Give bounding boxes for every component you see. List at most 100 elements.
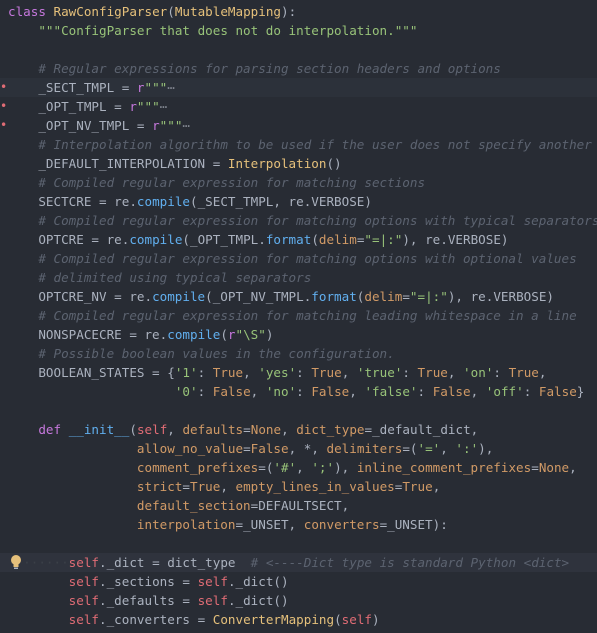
code-line[interactable]: strict=True, empty_lines_in_values=True, [0, 477, 597, 496]
code-token: r [129, 99, 137, 114]
code-token: '=' [417, 441, 441, 456]
code-text: # Compiled regular expression for matchi… [8, 211, 597, 230]
code-line[interactable]: SECTCRE = re.compile(_SECT_TMPL, re.VERB… [0, 192, 597, 211]
code-line[interactable]: OPTCRE = re.compile(_OPT_TMPL.format(del… [0, 230, 597, 249]
code-token: compile [129, 232, 183, 247]
code-line[interactable]: OPTCRE_NV = re.compile(_OPT_NV_TMPL.form… [0, 287, 597, 306]
code-token: , [341, 365, 357, 380]
code-token: "\S" [235, 327, 266, 342]
fold-ellipsis[interactable]: ⋯ [167, 80, 175, 95]
code-line[interactable]: # Compiled regular expression for matchi… [0, 211, 597, 230]
code-line[interactable]: comment_prefixes=('#', ';'), inline_comm… [0, 458, 597, 477]
code-line[interactable]: self._sections = self._dict() [0, 572, 597, 591]
code-token: ':' [455, 441, 479, 456]
code-token: ( [167, 4, 175, 19]
code-token: strict [136, 479, 183, 494]
code-line[interactable]: _DEFAULT_INTERPOLATION = Interpolation() [0, 154, 597, 173]
code-token: 'false' [364, 384, 418, 399]
code-line[interactable]: BOOLEAN_STATES = {'1': True, 'yes': True… [0, 363, 597, 382]
code-line[interactable]: # Compiled regular expression for matchi… [0, 173, 597, 192]
code-line[interactable]: • _OPT_TMPL = r"""⋯ [0, 97, 597, 116]
code-line[interactable]: # Possible boolean values in the configu… [0, 344, 597, 363]
code-token: allow_no_value [136, 441, 244, 456]
code-line[interactable]: # Interpolation algorithm to be used if … [0, 135, 597, 154]
code-token: : [523, 384, 539, 399]
code-text: self._sections = self._dict() [8, 572, 289, 591]
code-line[interactable] [0, 401, 597, 420]
code-token: dict_type [296, 422, 365, 437]
code-token: , [296, 460, 312, 475]
code-line[interactable]: # delimited using typical separators [0, 268, 597, 287]
code-text: # Possible boolean values in the configu… [8, 344, 394, 363]
code-line[interactable]: NONSPACECRE = re.compile(r"\S") [0, 325, 597, 344]
code-token: , [167, 422, 183, 437]
code-line[interactable] [0, 534, 597, 553]
code-token: # Interpolation algorithm to be used if … [38, 137, 592, 152]
code-token: compile [152, 289, 206, 304]
code-token: True [508, 365, 539, 380]
code-token: , [569, 460, 577, 475]
code-line[interactable]: '0': False, 'no': False, 'false': False,… [0, 382, 597, 401]
code-line[interactable]: self._converters = ConverterMapping(self… [0, 610, 597, 629]
code-token: = [243, 441, 251, 456]
code-line[interactable] [0, 40, 597, 59]
breakpoint-marker[interactable]: • [0, 97, 7, 116]
code-token: # <----Dict type is standard Python <dic… [250, 555, 570, 570]
breakpoint-marker[interactable]: • [0, 116, 7, 135]
code-line[interactable]: • _OPT_NV_TMPL = r"""⋯ [0, 116, 597, 135]
code-token: self [68, 555, 100, 570]
code-token: =( [258, 460, 274, 475]
code-line[interactable]: interpolation=_UNSET, converters=_UNSET)… [0, 515, 597, 534]
code-line[interactable]: # Regular expressions for parsing sectio… [0, 59, 597, 78]
code-line[interactable]: # Compiled regular expression for matchi… [0, 249, 597, 268]
code-editor[interactable]: class RawConfigParser(MutableMapping): "… [0, 0, 597, 633]
code-token: "=|:" [364, 232, 403, 247]
fold-ellipsis[interactable]: ⋯ [182, 118, 190, 133]
code-token: , [281, 422, 297, 437]
code-token: ( [220, 327, 228, 342]
code-text: self._converters = ConverterMapping(self… [8, 610, 380, 629]
code-line[interactable]: class RawConfigParser(MutableMapping): [0, 2, 597, 21]
code-token: , [220, 479, 236, 494]
code-line[interactable]: • _SECT_TMPL = r"""⋯ [0, 78, 597, 97]
fold-ellipsis[interactable]: ⋯ [160, 99, 168, 114]
code-token: MutableMapping [174, 4, 281, 19]
code-text: default_section=DEFAULTSECT, [8, 496, 349, 515]
code-token: ';' [311, 460, 335, 475]
code-line[interactable]: def __init__(self, defaults=None, dict_t… [0, 420, 597, 439]
code-line[interactable]: """ConfigParser that does not do interpo… [0, 21, 597, 40]
code-token: : [197, 384, 213, 399]
lightbulb-icon[interactable] [10, 554, 22, 570]
code-line[interactable]: ········self._dict = dict_type # <----Di… [0, 553, 597, 572]
code-token: '#' [273, 460, 297, 475]
breakpoint-marker[interactable]: • [0, 78, 7, 97]
code-token: # Regular expressions for parsing sectio… [38, 61, 501, 76]
code-text: comment_prefixes=('#', ';'), inline_comm… [8, 458, 577, 477]
code-token: 'on' [463, 365, 494, 380]
code-line[interactable]: default_section=DEFAULTSECT, [0, 496, 597, 515]
code-token: True [190, 479, 221, 494]
code-token: __init__ [68, 422, 130, 437]
code-token: interpolation [136, 517, 236, 532]
code-token: 'yes' [258, 365, 297, 380]
code-line[interactable]: # Compiled regular expression for matchi… [0, 306, 597, 325]
code-line[interactable]: self._defaults = self._dict() [0, 591, 597, 610]
code-token: ( [311, 232, 319, 247]
code-line[interactable]: allow_no_value=False, *, delimiters=('='… [0, 439, 597, 458]
code-text: '0': False, 'no': False, 'false': False,… [8, 382, 585, 401]
code-token: : [417, 384, 433, 399]
code-token: =_UNSET): [379, 517, 448, 532]
code-token: , [440, 441, 456, 456]
code-token: # delimited using typical separators [38, 270, 312, 285]
code-token: : [296, 384, 312, 399]
